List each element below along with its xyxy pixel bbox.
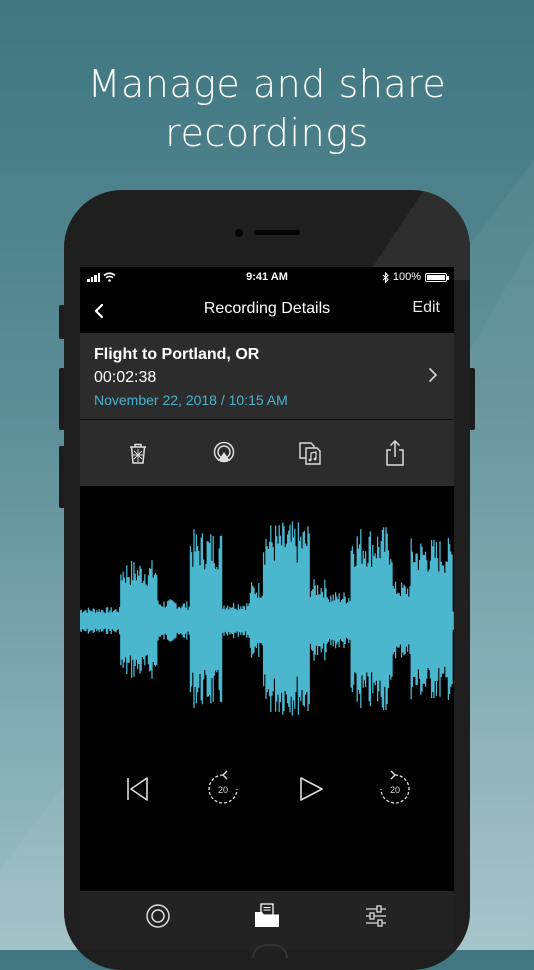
share-icon xyxy=(386,439,404,466)
rewind-button[interactable]: 20 xyxy=(206,767,240,811)
skip-to-start-button[interactable] xyxy=(120,767,154,811)
play-button[interactable] xyxy=(294,767,328,811)
trash-icon xyxy=(130,443,146,464)
delete-button[interactable] xyxy=(123,438,153,468)
airplay-icon xyxy=(213,441,235,463)
waveform xyxy=(80,521,454,716)
airplay-button[interactable] xyxy=(209,438,239,468)
front-camera xyxy=(235,229,243,237)
app-screen: 9:41 AM 100% Recording Details Edit Flig… xyxy=(80,267,454,950)
headline-line-2: recordings xyxy=(165,111,369,155)
edit-button[interactable]: Edit xyxy=(412,299,440,317)
recording-detail-chevron[interactable] xyxy=(426,365,440,385)
tab-bar xyxy=(80,891,454,950)
fast-forward-seconds: 20 xyxy=(390,785,400,795)
chevron-right-icon xyxy=(429,368,437,382)
earpiece-speaker xyxy=(254,230,300,235)
status-bar: 9:41 AM 100% xyxy=(80,267,454,289)
convert-audio-icon xyxy=(299,442,321,465)
status-right: 100% xyxy=(382,271,449,283)
waveform-area[interactable] xyxy=(80,486,454,736)
home-indicator xyxy=(252,944,288,958)
recording-duration: 00:02:38 xyxy=(94,369,157,386)
tab-record[interactable] xyxy=(143,901,173,931)
tab-settings[interactable] xyxy=(361,901,391,931)
recordings-tab-icon xyxy=(255,903,279,927)
fast-forward-icon: 20 xyxy=(380,770,410,804)
rewind-seconds: 20 xyxy=(218,785,228,795)
playback-controls: 20 20 xyxy=(80,767,454,817)
record-tab-icon xyxy=(146,904,170,928)
battery-percent: 100% xyxy=(392,271,421,283)
waveform-path xyxy=(80,521,454,716)
recording-name: Flight to Portland, OR xyxy=(94,346,260,363)
navigation-bar: Recording Details Edit xyxy=(80,289,454,333)
battery-icon xyxy=(425,272,449,282)
recording-info-card[interactable]: Flight to Portland, OR 00:02:38 November… xyxy=(80,333,454,420)
settings-tab-icon xyxy=(366,905,386,927)
tab-recordings[interactable] xyxy=(252,901,282,931)
action-toolbar xyxy=(80,420,454,486)
convert-audio-button[interactable] xyxy=(295,438,325,468)
fast-forward-button[interactable]: 20 xyxy=(378,767,412,811)
bluetooth-icon xyxy=(382,271,389,283)
page-title: Recording Details xyxy=(203,300,331,317)
recording-date: November 22, 2018 / 10:15 AM xyxy=(94,392,288,408)
share-button[interactable] xyxy=(380,438,410,468)
rewind-icon: 20 xyxy=(208,770,238,804)
headline-line-1: Manage and share xyxy=(87,62,447,106)
play-icon xyxy=(300,777,323,801)
skip-to-start-icon xyxy=(127,777,148,801)
headline: Manage and share recordings xyxy=(0,60,534,158)
